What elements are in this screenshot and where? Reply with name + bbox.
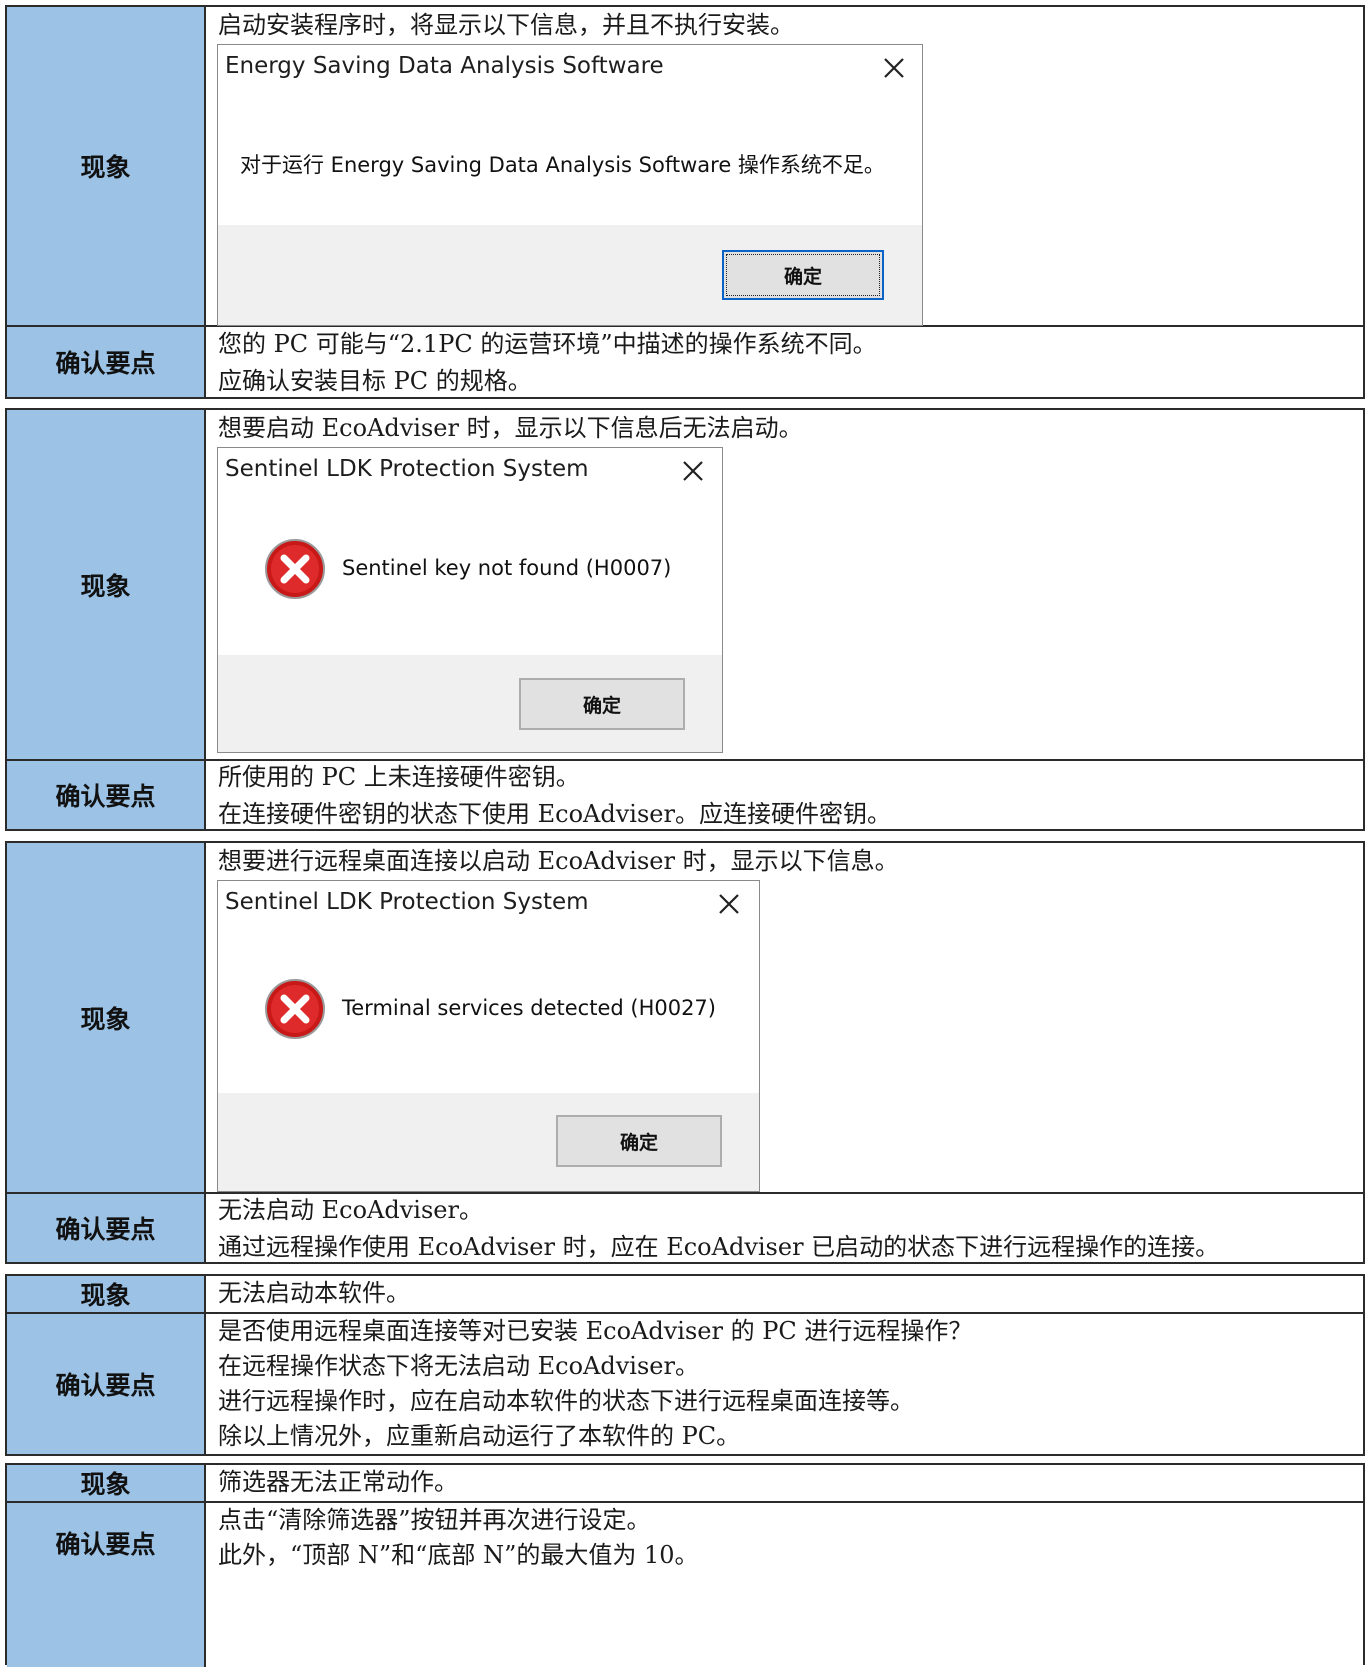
trouble-table-3: 现象 想要进行远程桌面连接以启动 EcoAdviser 时，显示以下信息。 Se… bbox=[5, 841, 1365, 1264]
ok-button[interactable]: 确定 bbox=[722, 250, 884, 300]
phenomenon-row: 现象 启动安装程序时，将显示以下信息，并且不执行安装。 Energy Savin… bbox=[7, 7, 1363, 326]
check-row: 确认要点 是否使用远程桌面连接等对已安装 EcoAdviser 的 PC 进行远… bbox=[7, 1312, 1363, 1454]
check-row: 确认要点 您的 PC 可能与“2.1PC 的运营环境”中描述的操作系统不同。 应… bbox=[7, 325, 1363, 397]
dialog-title: Energy Saving Data Analysis Software bbox=[225, 53, 664, 79]
check-line: 在远程操作状态下将无法启动 EcoAdviser。 bbox=[218, 1352, 699, 1380]
phenomenon-cell: 无法启动本软件。 bbox=[206, 1276, 1363, 1312]
close-icon[interactable] bbox=[716, 891, 742, 917]
phenomenon-label: 现象 bbox=[7, 410, 206, 759]
check-label: 确认要点 bbox=[7, 761, 206, 829]
check-label: 确认要点 bbox=[7, 1314, 206, 1454]
dialog-footer: 确定 bbox=[218, 1093, 759, 1191]
check-label: 确认要点 bbox=[7, 327, 206, 397]
phenomenon-text: 启动安装程序时，将显示以下信息，并且不执行安装。 bbox=[218, 11, 794, 39]
check-row: 确认要点 无法启动 EcoAdviser。 通过远程操作使用 EcoAdvise… bbox=[7, 1192, 1363, 1262]
phenomenon-row: 现象 无法启动本软件。 bbox=[7, 1276, 1363, 1312]
check-label: 确认要点 bbox=[7, 1503, 206, 1667]
check-row: 确认要点 所使用的 PC 上未连接硬件密钥。 在连接硬件密钥的状态下使用 Eco… bbox=[7, 759, 1363, 829]
check-line: 应确认安装目标 PC 的规格。 bbox=[218, 367, 532, 395]
phenomenon-row: 现象 想要进行远程桌面连接以启动 EcoAdviser 时，显示以下信息。 Se… bbox=[7, 843, 1363, 1192]
ok-button[interactable]: 确定 bbox=[556, 1115, 722, 1167]
error-dialog: Sentinel LDK Protection System Sentinel … bbox=[217, 447, 723, 753]
phenomenon-label: 现象 bbox=[7, 7, 206, 325]
phenomenon-text: 想要启动 EcoAdviser 时，显示以下信息后无法启动。 bbox=[218, 414, 803, 442]
check-cell: 无法启动 EcoAdviser。 通过远程操作使用 EcoAdviser 时，应… bbox=[206, 1194, 1363, 1262]
phenomenon-cell: 筛选器无法正常动作。 bbox=[206, 1465, 1363, 1501]
trouble-table-4: 现象 无法启动本软件。 确认要点 是否使用远程桌面连接等对已安装 EcoAdvi… bbox=[5, 1274, 1365, 1456]
check-cell: 是否使用远程桌面连接等对已安装 EcoAdviser 的 PC 进行远程操作？ … bbox=[206, 1314, 1363, 1454]
check-row: 确认要点 点击“清除筛选器”按钮并再次进行设定。 此外，“顶部 N”和“底部 N… bbox=[7, 1501, 1363, 1667]
phenomenon-cell: 想要启动 EcoAdviser 时，显示以下信息后无法启动。 Sentinel … bbox=[206, 410, 1363, 759]
dialog-footer: 确定 bbox=[218, 225, 922, 325]
close-icon[interactable] bbox=[881, 55, 907, 81]
phenomenon-cell: 想要进行远程桌面连接以启动 EcoAdviser 时，显示以下信息。 Senti… bbox=[206, 843, 1363, 1192]
check-cell: 您的 PC 可能与“2.1PC 的运营环境”中描述的操作系统不同。 应确认安装目… bbox=[206, 327, 1363, 397]
error-dialog: Sentinel LDK Protection System Terminal … bbox=[217, 880, 760, 1192]
phenomenon-row: 现象 想要启动 EcoAdviser 时，显示以下信息后无法启动。 Sentin… bbox=[7, 410, 1363, 759]
check-line: 进行远程操作时，应在启动本软件的状态下进行远程桌面连接等。 bbox=[218, 1387, 914, 1415]
phenomenon-label: 现象 bbox=[7, 1276, 206, 1312]
dialog-message: Terminal services detected (H0027) bbox=[342, 996, 716, 1020]
check-cell: 所使用的 PC 上未连接硬件密钥。 在连接硬件密钥的状态下使用 EcoAdvis… bbox=[206, 761, 1363, 829]
phenomenon-row: 现象 筛选器无法正常动作。 bbox=[7, 1465, 1363, 1501]
error-icon bbox=[265, 539, 325, 599]
check-line: 此外，“顶部 N”和“底部 N”的最大值为 10。 bbox=[218, 1541, 699, 1569]
ok-button[interactable]: 确定 bbox=[519, 678, 685, 730]
check-line: 无法启动 EcoAdviser。 bbox=[218, 1196, 483, 1224]
phenomenon-text: 想要进行远程桌面连接以启动 EcoAdviser 时，显示以下信息。 bbox=[218, 847, 899, 875]
dialog-message: 对于运行 Energy Saving Data Analysis Softwar… bbox=[240, 153, 885, 177]
phenomenon-label: 现象 bbox=[7, 843, 206, 1192]
check-line: 所使用的 PC 上未连接硬件密钥。 bbox=[218, 763, 580, 791]
check-label: 确认要点 bbox=[7, 1194, 206, 1262]
trouble-table-2: 现象 想要启动 EcoAdviser 时，显示以下信息后无法启动。 Sentin… bbox=[5, 408, 1365, 831]
dialog-message: Sentinel key not found (H0007) bbox=[342, 556, 672, 580]
check-line: 您的 PC 可能与“2.1PC 的运营环境”中描述的操作系统不同。 bbox=[218, 330, 877, 358]
check-cell: 点击“清除筛选器”按钮并再次进行设定。 此外，“顶部 N”和“底部 N”的最大值… bbox=[206, 1503, 1363, 1667]
check-line: 是否使用远程桌面连接等对已安装 EcoAdviser 的 PC 进行远程操作？ bbox=[218, 1317, 973, 1345]
phenomenon-cell: 启动安装程序时，将显示以下信息，并且不执行安装。 Energy Saving D… bbox=[206, 7, 1363, 326]
error-dialog: Energy Saving Data Analysis Software 对于运… bbox=[217, 44, 923, 326]
trouble-table-1: 现象 启动安装程序时，将显示以下信息，并且不执行安装。 Energy Savin… bbox=[5, 5, 1365, 399]
check-line: 在连接硬件密钥的状态下使用 EcoAdviser。应连接硬件密钥。 bbox=[218, 800, 891, 828]
dialog-title: Sentinel LDK Protection System bbox=[225, 889, 589, 915]
phenomenon-text: 无法启动本软件。 bbox=[218, 1279, 410, 1307]
dialog-title: Sentinel LDK Protection System bbox=[225, 456, 589, 482]
check-line: 通过远程操作使用 EcoAdviser 时，应在 EcoAdviser 已启动的… bbox=[218, 1233, 1220, 1261]
close-icon[interactable] bbox=[680, 458, 706, 484]
phenomenon-label: 现象 bbox=[7, 1465, 206, 1501]
phenomenon-text: 筛选器无法正常动作。 bbox=[218, 1468, 458, 1496]
error-icon bbox=[265, 979, 325, 1039]
trouble-table-5: 现象 筛选器无法正常动作。 确认要点 点击“清除筛选器”按钮并再次进行设定。 此… bbox=[5, 1463, 1365, 1667]
check-line: 除以上情况外，应重新启动运行了本软件的 PC。 bbox=[218, 1422, 741, 1450]
check-line: 点击“清除筛选器”按钮并再次进行设定。 bbox=[218, 1506, 651, 1534]
dialog-footer: 确定 bbox=[218, 655, 722, 752]
